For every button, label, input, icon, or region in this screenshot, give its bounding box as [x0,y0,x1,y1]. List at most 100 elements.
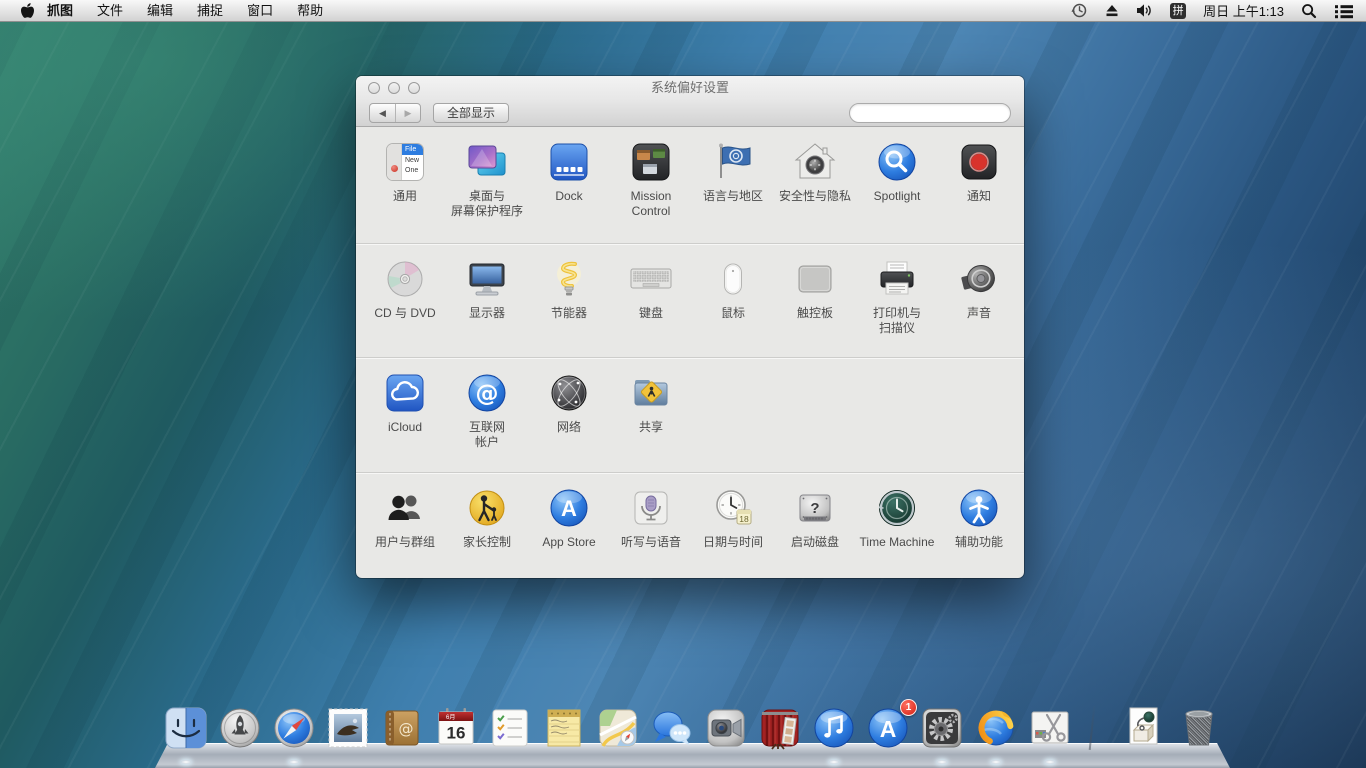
mission-control-icon [627,138,675,186]
menu-bar: 抓图 文件 编辑 捕捉 窗口 帮助 拼 周日 上午1:13 [0,0,1366,22]
pref-label: Time Machine [860,535,935,550]
dock-facetime[interactable] [702,704,750,752]
pref-item-cd-dvd[interactable]: CD 与 DVD [364,244,446,357]
spotlight-menu-icon[interactable] [1301,3,1317,19]
appstore-badge: 1 [900,699,917,716]
dock-calendar[interactable]: 6月 16 [432,704,480,752]
pref-item-parental-controls[interactable]: 家长控制 [446,473,528,578]
eject-icon[interactable] [1105,3,1119,18]
window-titlebar[interactable]: 系统偏好设置 [356,76,1024,100]
pref-label: 打印机与 扫描仪 [873,306,921,336]
menu-item-app[interactable]: 抓图 [47,0,73,22]
pref-item-mouse[interactable]: 鼠标 [692,244,774,357]
dock-safari[interactable] [270,704,318,752]
dock-system-preferences[interactable] [918,704,966,752]
apple-menu[interactable] [20,2,35,20]
svg-text:6月: 6月 [446,714,455,721]
energy-saver-icon [545,255,593,303]
dock-messages[interactable] [648,704,696,752]
menu-clock[interactable]: 周日 上午1:13 [1203,1,1284,20]
dock-grab[interactable] [1026,704,1074,752]
desktop-screensaver-icon [463,138,511,186]
menu-item-capture[interactable]: 捕捉 [197,0,223,22]
pref-label: 辅助功能 [955,535,1003,550]
menu-item-edit[interactable]: 编辑 [147,0,173,22]
keyboard-icon [627,255,675,303]
dock-app-store[interactable]: A 1 [864,704,912,752]
pref-item-sharing[interactable]: 共享 [610,358,692,472]
pref-item-app-store[interactable]: A App Store [528,473,610,578]
sound-icon [955,255,1003,303]
notification-center-icon[interactable] [1334,3,1354,19]
menu-item-file[interactable]: 文件 [97,0,123,22]
pref-item-dictation-speech[interactable]: 听写与语音 [610,473,692,578]
pref-item-sound[interactable]: 声音 [938,244,1020,357]
desktop[interactable]: { "menu_bar": { "items": ["抓图", "文件", "编… [0,0,1366,768]
pref-item-displays[interactable]: 显示器 [446,244,528,357]
users-groups-icon [381,484,429,532]
network-icon [545,369,593,417]
sharing-icon [627,369,675,417]
internet-accounts-icon: @ [463,369,511,417]
pref-item-users-groups[interactable]: 用户与群组 [364,473,446,578]
pref-label: 显示器 [469,306,505,321]
dock-itunes[interactable] [810,704,858,752]
pref-item-security-privacy[interactable]: 安全性与隐私 [774,127,856,243]
running-indicator [289,760,299,764]
pref-label: App Store [542,535,595,550]
pref-row-3: iCloud @ 互联网 帐户 [356,357,1024,472]
forward-button[interactable]: ▶ [395,104,420,122]
input-method-badge[interactable]: 拼 [1170,3,1186,19]
pref-item-accessibility[interactable]: 辅助功能 [938,473,1020,578]
pref-label: 日期与时间 [703,535,763,550]
dock-launchpad[interactable] [216,704,264,752]
back-button[interactable]: ◀ [370,104,395,122]
dock-trash[interactable] [1174,702,1224,752]
pref-item-general[interactable]: File New One 通用 [364,127,446,243]
pref-item-keyboard[interactable]: 键盘 [610,244,692,357]
close-button[interactable] [368,82,380,94]
pref-label: Dock [555,189,582,204]
pref-item-notifications[interactable]: 通知 [938,127,1020,243]
dock-finder[interactable] [162,704,210,752]
pref-item-printers-scanners[interactable]: 打印机与 扫描仪 [856,244,938,357]
pref-item-trackpad[interactable]: 触控板 [774,244,856,357]
pref-item-dock[interactable]: Dock [528,127,610,243]
time-machine-pref-icon [873,484,921,532]
dock-photo-booth[interactable] [756,704,804,752]
search-input[interactable] [860,106,1015,120]
dock-firefox[interactable] [972,704,1020,752]
accessibility-icon [955,484,1003,532]
pref-item-internet-accounts[interactable]: @ 互联网 帐户 [446,358,528,472]
show-all-button[interactable]: 全部显示 [433,103,509,123]
pref-item-mission-control[interactable]: Mission Control [610,127,692,243]
pref-item-icloud[interactable]: iCloud [364,358,446,472]
minimize-button[interactable] [388,82,400,94]
pref-label: 触控板 [797,306,833,321]
menu-item-window[interactable]: 窗口 [247,0,273,22]
pref-item-desktop-screensaver[interactable]: 桌面与 屏幕保护程序 [446,127,528,243]
dock-installer-document[interactable] [1120,704,1168,752]
startup-disk-icon: ? [791,484,839,532]
dock-contacts[interactable]: @ [378,704,426,752]
pref-label: 家长控制 [463,535,511,550]
search-field[interactable] [849,103,1011,123]
pref-label: 用户与群组 [375,535,435,550]
zoom-button[interactable] [408,82,420,94]
pref-item-network[interactable]: 网络 [528,358,610,472]
volume-icon[interactable] [1136,3,1153,18]
pref-item-date-time[interactable]: 18 日期与时间 [692,473,774,578]
language-region-icon [709,138,757,186]
dock-notes[interactable] [540,704,588,752]
dock-reminders[interactable] [486,704,534,752]
pref-item-time-machine[interactable]: Time Machine [856,473,938,578]
pref-item-language-region[interactable]: 语言与地区 [692,127,774,243]
pref-item-energy-saver[interactable]: 节能器 [528,244,610,357]
trackpad-icon [791,255,839,303]
dock-maps[interactable] [594,704,642,752]
dock-mail[interactable] [324,704,372,752]
pref-item-startup-disk[interactable]: ? 启动磁盘 [774,473,856,578]
menu-item-help[interactable]: 帮助 [297,0,323,22]
pref-item-spotlight[interactable]: Spotlight [856,127,938,243]
time-machine-menu-icon[interactable] [1071,2,1088,19]
